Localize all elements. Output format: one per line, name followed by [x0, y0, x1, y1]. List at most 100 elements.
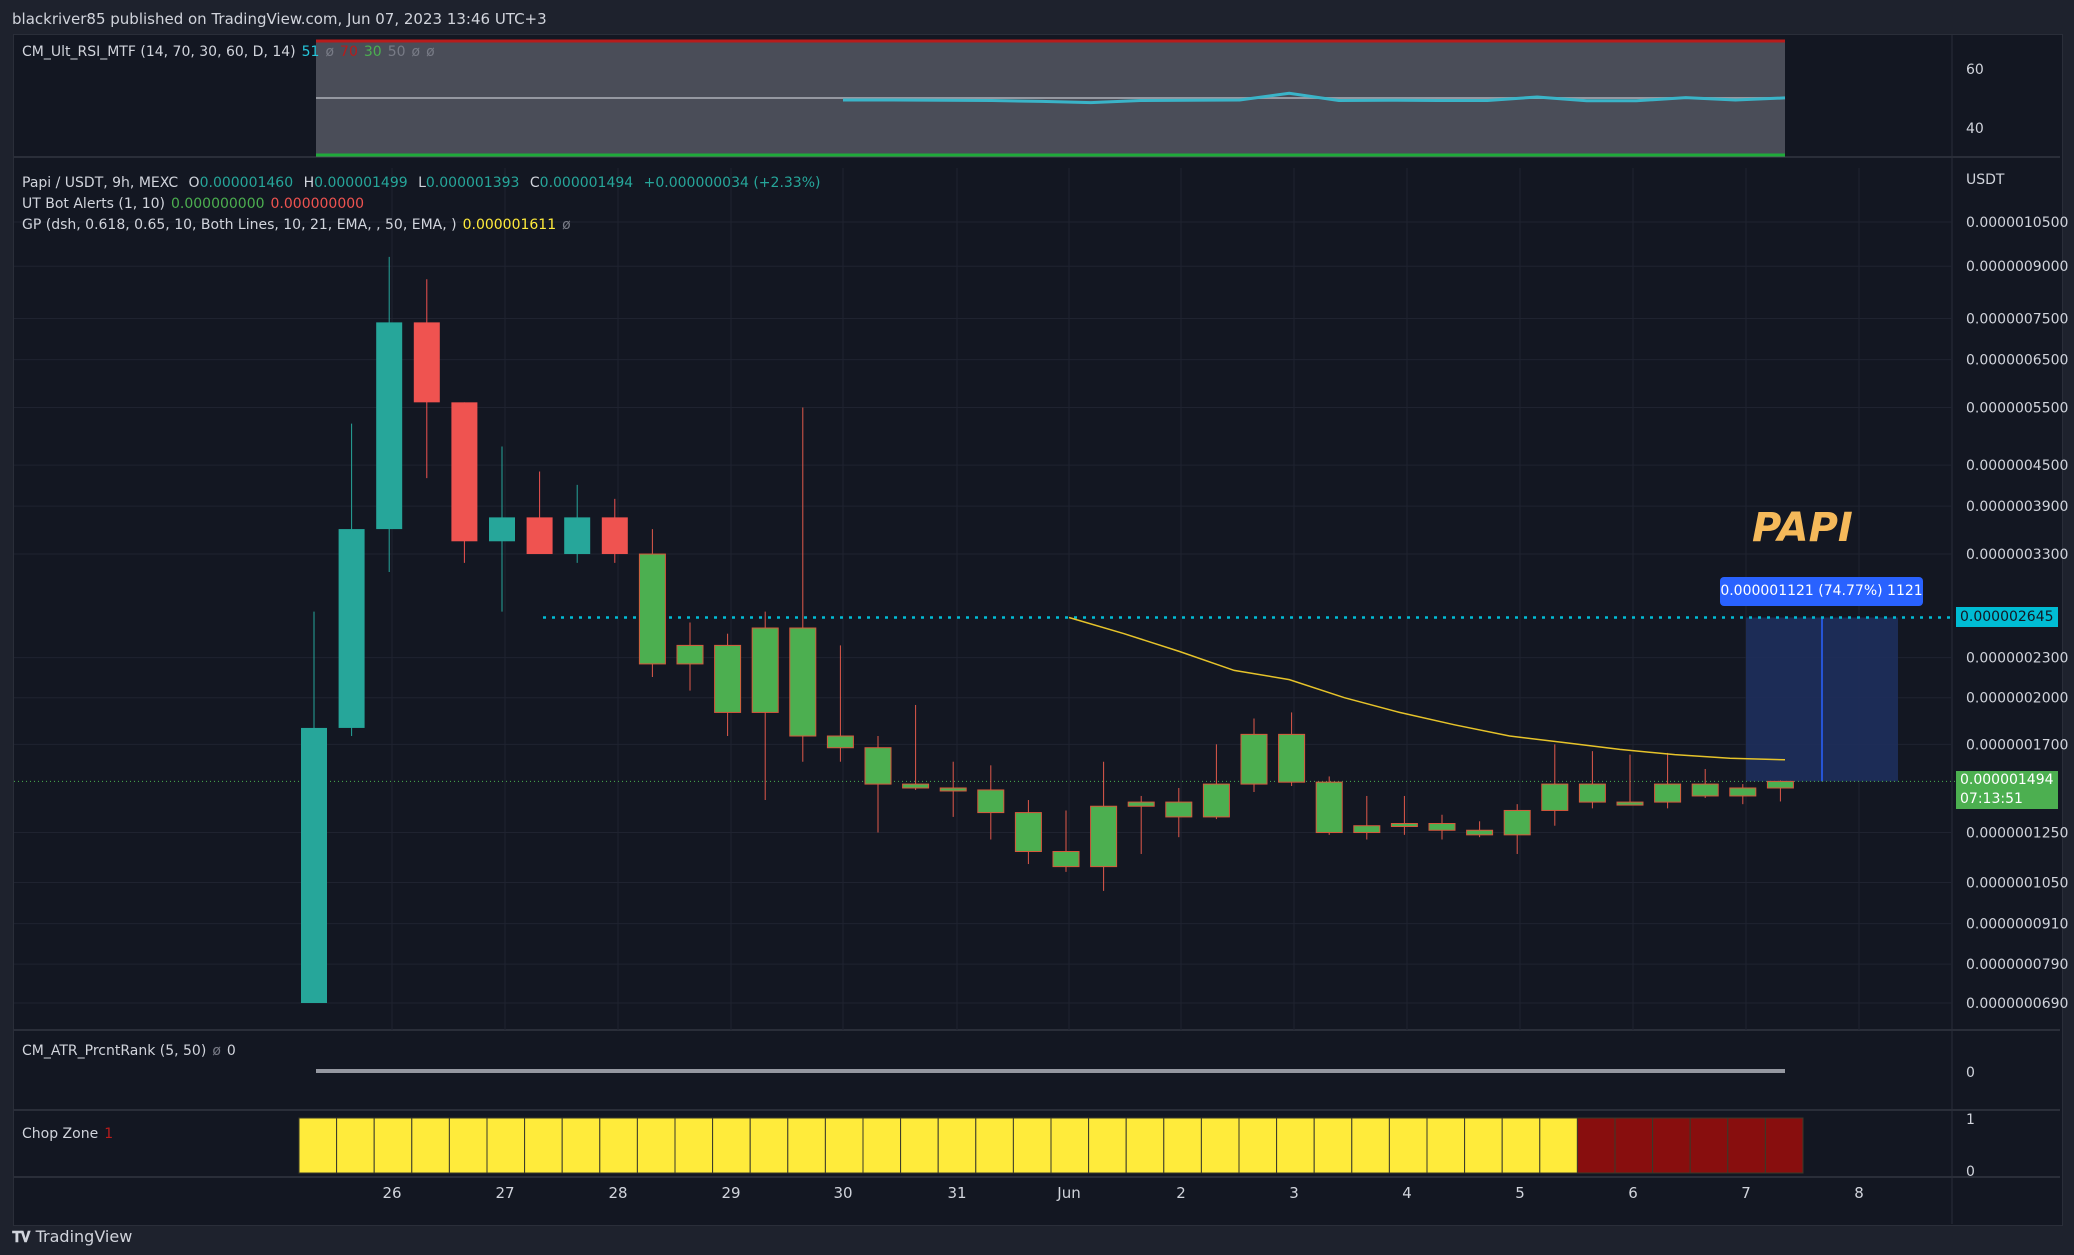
- chop-bar: [975, 1117, 1014, 1174]
- rsi-name: CM_Ult_RSI_MTF (14, 70, 30, 60, D, 14): [22, 44, 296, 60]
- rsi-tick-label: 40: [1966, 121, 1984, 137]
- x-tick-label: 7: [1741, 1184, 1751, 1202]
- candle-body: [1127, 801, 1155, 807]
- candle-body: [1428, 823, 1456, 831]
- candle-body: [1390, 823, 1418, 828]
- rsi-value: 51: [301, 44, 320, 60]
- ohlc-legend: Papi / USDT, 9h, MEXC O0.000001460 H0.00…: [22, 175, 821, 191]
- rsi-v6: ø: [411, 44, 421, 60]
- rsi-tick-label: 60: [1966, 62, 1984, 78]
- chop-bar: [1313, 1117, 1353, 1174]
- chop-bar: [1238, 1117, 1278, 1174]
- y-tick-label: 0.0000006500: [1966, 353, 2068, 369]
- candle-body: [939, 787, 967, 792]
- footer[interactable]: 𝐓𝐕 TradingView: [12, 1222, 132, 1252]
- candle-body: [1090, 805, 1118, 868]
- chop-bar: [1539, 1117, 1578, 1174]
- gp-extra: ø: [562, 217, 571, 233]
- chop-bar: [1689, 1117, 1729, 1174]
- rsi-v7: ø: [426, 44, 435, 60]
- candle-body: [1466, 829, 1494, 836]
- candle-body: [1278, 733, 1306, 783]
- chop-name: Chop Zone: [22, 1126, 99, 1142]
- chop-bar: [524, 1117, 563, 1174]
- x-tick-label: 27: [495, 1184, 514, 1202]
- candle-body: [1014, 812, 1042, 853]
- rsi-os: 30: [363, 44, 382, 60]
- chop-bar: [636, 1117, 676, 1174]
- x-tick-label: 4: [1402, 1184, 1412, 1202]
- chop-bar: [486, 1117, 526, 1174]
- candle-body: [489, 517, 515, 542]
- candle-body: [1578, 783, 1606, 803]
- close-value: 0.000001494: [539, 175, 634, 191]
- candle-body: [301, 727, 327, 1003]
- chop-bar: [1163, 1117, 1202, 1174]
- high-value: 0.000001499: [314, 175, 408, 191]
- y-tick-label: 0.0000002300: [1966, 651, 2068, 667]
- chop-bar: [1125, 1117, 1165, 1174]
- candle-body: [1315, 781, 1343, 834]
- chop-bar: [749, 1117, 789, 1174]
- chop-bar: [1200, 1117, 1240, 1174]
- y-tick-label: 0.0000010500: [1966, 215, 2068, 231]
- chop-bar: [1012, 1117, 1052, 1174]
- chop-v1: 1: [104, 1126, 114, 1142]
- x-tick-label: Jun: [1056, 1184, 1080, 1202]
- x-tick-label: 29: [721, 1184, 740, 1202]
- candle-body: [1353, 825, 1381, 834]
- chop-bar: [674, 1117, 714, 1174]
- gp-value: 0.000001611: [462, 217, 557, 233]
- chop-bar: [336, 1117, 375, 1174]
- candle-body: [1202, 783, 1230, 818]
- candle-body: [789, 627, 817, 737]
- atr-name: CM_ATR_PrcntRank (5, 50): [22, 1043, 207, 1059]
- y-tick-label: 0.0000000690: [1966, 996, 2068, 1012]
- rsi-mid: 50: [387, 44, 406, 60]
- chop-bar: [1426, 1117, 1466, 1174]
- atr-v1: ø: [212, 1043, 221, 1059]
- chop-bar: [1764, 1117, 1804, 1174]
- position-label[interactable]: 0.000001121 (74.77%) 1121: [1720, 577, 1923, 606]
- x-tick-label: 5: [1515, 1184, 1525, 1202]
- y-tick-label: 0.0000000790: [1966, 957, 2068, 973]
- candle-body: [638, 553, 666, 665]
- chop-bar: [712, 1117, 751, 1174]
- x-tick-label: 31: [947, 1184, 966, 1202]
- chop-bar: [1276, 1117, 1315, 1174]
- y-tick-label: 0.0000001250: [1966, 826, 2068, 842]
- candle-body: [1503, 809, 1531, 836]
- candle-body: [451, 402, 478, 542]
- candle-body: [1729, 787, 1757, 797]
- chop-bar: [787, 1117, 826, 1174]
- last-price-tag: 0.000001494 07:13:51: [1956, 771, 2058, 809]
- candle-body: [376, 322, 403, 530]
- rsi-ob: 70: [340, 44, 358, 60]
- x-tick-label: 30: [833, 1184, 852, 1202]
- candle-body: [1691, 783, 1719, 797]
- rsi-v2: ø: [325, 44, 335, 60]
- atr-v2: 0: [226, 1043, 236, 1059]
- chop-bar: [1088, 1117, 1127, 1174]
- symbol-label: Papi / USDT, 9h, MEXC: [22, 175, 179, 191]
- chop-bar: [1464, 1117, 1503, 1174]
- chop-bar: [1050, 1117, 1090, 1174]
- x-tick-label: 2: [1176, 1184, 1186, 1202]
- chop-bar: [900, 1117, 939, 1174]
- x-tick-label: 28: [608, 1184, 627, 1202]
- chop-bar: [448, 1117, 488, 1174]
- candle-body: [902, 783, 930, 789]
- utbot-name: UT Bot Alerts (1, 10): [22, 196, 165, 212]
- candle-body: [1240, 733, 1268, 785]
- chop-bar: [298, 1117, 338, 1174]
- change-value: +0.000000034 (+2.33%): [643, 175, 821, 191]
- footer-brand: TradingView: [35, 1227, 133, 1246]
- y-tick-label: 0.0000004500: [1966, 458, 2068, 474]
- chop-bar: [561, 1117, 601, 1174]
- chop-bar: [862, 1117, 902, 1174]
- y-tick-label: 0.0000005500: [1966, 401, 2068, 417]
- x-tick-label: 6: [1628, 1184, 1638, 1202]
- chop-tick-label: 0: [1966, 1164, 1975, 1180]
- chop-bar: [411, 1117, 450, 1174]
- low-value: 0.000001393: [425, 175, 520, 191]
